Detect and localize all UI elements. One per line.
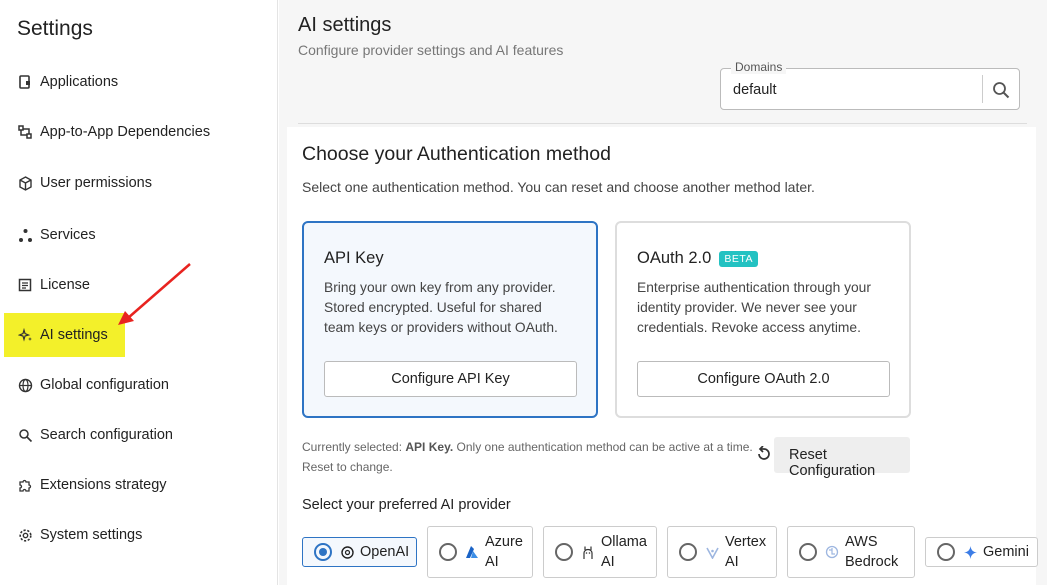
globe-icon	[17, 377, 33, 393]
radio-selected[interactable]	[314, 543, 332, 561]
cube-icon	[17, 175, 33, 191]
services-dots-icon	[17, 227, 33, 243]
radio-unselected[interactable]	[555, 543, 573, 561]
reset-configuration-button[interactable]: Reset Configuration	[758, 437, 910, 479]
api-key-card[interactable]: API Key Bring your own key from any prov…	[302, 221, 598, 418]
sidebar-item-label: System settings	[40, 527, 143, 543]
gear-icon	[17, 527, 33, 543]
domains-label: Domains	[731, 60, 787, 74]
provider-title: Select your preferred AI provider	[302, 497, 511, 513]
selected-prefix: Currently selected:	[302, 440, 406, 454]
provider-label: Gemini	[983, 544, 1029, 560]
reset-icon	[756, 445, 772, 468]
provider-label-line2: AI	[725, 554, 739, 570]
provider-aws-bedrock[interactable]: AWS Bedrock	[787, 526, 915, 578]
provider-label-line1: Vertex	[725, 534, 767, 550]
provider-gemini[interactable]: Gemini	[925, 537, 1038, 567]
annotation-arrow-icon	[118, 263, 191, 325]
oauth-title-row: OAuth 2.0 BETA	[637, 249, 758, 268]
provider-label: Azure AI	[485, 532, 523, 572]
provider-label-line1: Ollama	[601, 534, 647, 550]
sidebar-item-user-permissions[interactable]: User permissions	[0, 160, 277, 206]
provider-azure-ai[interactable]: Azure AI	[427, 526, 533, 578]
sidebar-item-label: Applications	[40, 74, 119, 90]
azure-icon	[464, 544, 480, 560]
oauth-title: OAuth 2.0	[637, 249, 712, 267]
sparkle-icon	[17, 327, 33, 343]
reset-label: Reset Configuration	[789, 447, 876, 479]
search-config-icon	[17, 427, 33, 443]
sidebar: Settings Applications App-to-App Depende…	[0, 0, 278, 585]
sidebar-item-label: User permissions	[40, 175, 152, 191]
provider-openai[interactable]: OpenAI	[302, 537, 417, 567]
page-subtitle: Configure provider settings and AI featu…	[298, 42, 564, 58]
domains-input[interactable]: default	[733, 82, 777, 98]
provider-label-line2: AI	[485, 554, 499, 570]
sidebar-item-label: AI settings	[40, 327, 108, 343]
sidebar-item-label: License	[40, 277, 90, 293]
domains-separator	[982, 75, 983, 103]
sidebar-item-label: Extensions strategy	[40, 477, 167, 493]
provider-label: Vertex AI	[725, 532, 766, 572]
radio-unselected[interactable]	[799, 543, 817, 561]
sidebar-item-label: Search configuration	[40, 427, 173, 443]
sidebar-item-applications[interactable]: Applications	[0, 59, 277, 105]
sidebar-item-extensions-strategy[interactable]: Extensions strategy	[0, 462, 277, 508]
dependencies-icon	[17, 124, 33, 140]
page-title: AI settings	[298, 14, 392, 36]
provider-label-line1: Azure	[485, 534, 523, 550]
provider-label-line1: AWS	[845, 534, 878, 550]
configure-oauth-button[interactable]: Configure OAuth 2.0	[637, 361, 890, 397]
oauth-card[interactable]: OAuth 2.0 BETA Enterprise authentication…	[615, 221, 911, 418]
sidebar-item-label: App-to-App Dependencies	[40, 124, 211, 140]
aws-bedrock-icon	[824, 544, 840, 560]
beta-badge: BETA	[719, 250, 758, 267]
sidebar-item-global-configuration[interactable]: Global configuration	[0, 362, 277, 408]
sidebar-item-search-configuration[interactable]: Search configuration	[0, 412, 277, 458]
provider-label-line2: Bedrock	[845, 554, 899, 570]
radio-unselected[interactable]	[937, 543, 955, 561]
sidebar-title: Settings	[17, 17, 93, 40]
api-key-description: Bring your own key from any provider. St…	[324, 280, 558, 335]
provider-label: Ollama AI	[601, 532, 647, 572]
sidebar-item-label: Global configuration	[40, 377, 169, 393]
gemini-icon	[962, 544, 978, 560]
auth-panel: Choose your Authentication method Select…	[287, 127, 1038, 585]
provider-label: AWS Bedrock	[845, 532, 898, 572]
sidebar-item-app-to-app-dependencies[interactable]: App-to-App Dependencies	[0, 109, 277, 155]
app-file-icon	[17, 74, 33, 90]
license-doc-icon	[17, 277, 33, 293]
main-content: AI settings Configure provider settings …	[279, 0, 1047, 585]
provider-ollama-ai[interactable]: Ollama AI	[543, 526, 657, 578]
auth-title: Choose your Authentication method	[302, 143, 611, 165]
search-icon[interactable]	[989, 78, 1013, 102]
divider	[298, 123, 1027, 124]
radio-unselected[interactable]	[679, 543, 697, 561]
sidebar-item-label: Services	[40, 227, 96, 243]
provider-label-line2: AI	[601, 554, 615, 570]
selected-method-note: Currently selected: API Key. Only one au…	[302, 437, 757, 477]
radio-unselected[interactable]	[439, 543, 457, 561]
selected-method: API Key.	[405, 440, 454, 454]
vertex-icon	[704, 544, 720, 560]
provider-label: OpenAI	[360, 544, 410, 560]
api-key-title: API Key	[324, 249, 384, 267]
auth-description: Select one authentication method. You ca…	[302, 179, 815, 195]
sidebar-item-system-settings[interactable]: System settings	[0, 512, 277, 558]
configure-api-key-button[interactable]: Configure API Key	[324, 361, 577, 397]
provider-vertex-ai[interactable]: Vertex AI	[667, 526, 777, 578]
ollama-icon	[580, 544, 596, 560]
domains-field[interactable]: Domains default	[720, 60, 1020, 110]
sidebar-item-services[interactable]: Services	[0, 212, 277, 258]
oauth-description: Enterprise authentication through your i…	[637, 280, 871, 335]
openai-icon	[339, 544, 355, 560]
puzzle-icon	[17, 477, 33, 493]
